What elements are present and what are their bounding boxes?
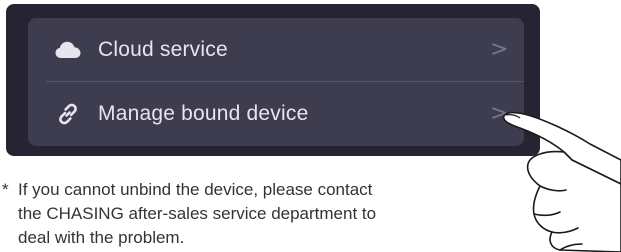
link-icon bbox=[54, 102, 82, 126]
footnote-line: deal with the problem. bbox=[18, 228, 185, 247]
footnote-marker: * bbox=[2, 180, 9, 199]
footnote-line: If you cannot unbind the device, please … bbox=[18, 180, 373, 199]
chevron-right-icon: > bbox=[490, 37, 509, 62]
footnote: * If you cannot unbind the device, pleas… bbox=[0, 178, 420, 250]
menu-item-label: Cloud service bbox=[98, 38, 228, 61]
menu-item-cloud-service[interactable]: Cloud service > bbox=[28, 18, 524, 82]
menu-item-label: Manage bound device bbox=[98, 102, 309, 125]
cloud-icon bbox=[54, 38, 82, 62]
footnote-line: the CHASING after-sales service departme… bbox=[18, 204, 377, 223]
screen: Cloud service > Manage bound device > * … bbox=[0, 0, 621, 252]
pointing-hand-icon bbox=[502, 111, 621, 252]
